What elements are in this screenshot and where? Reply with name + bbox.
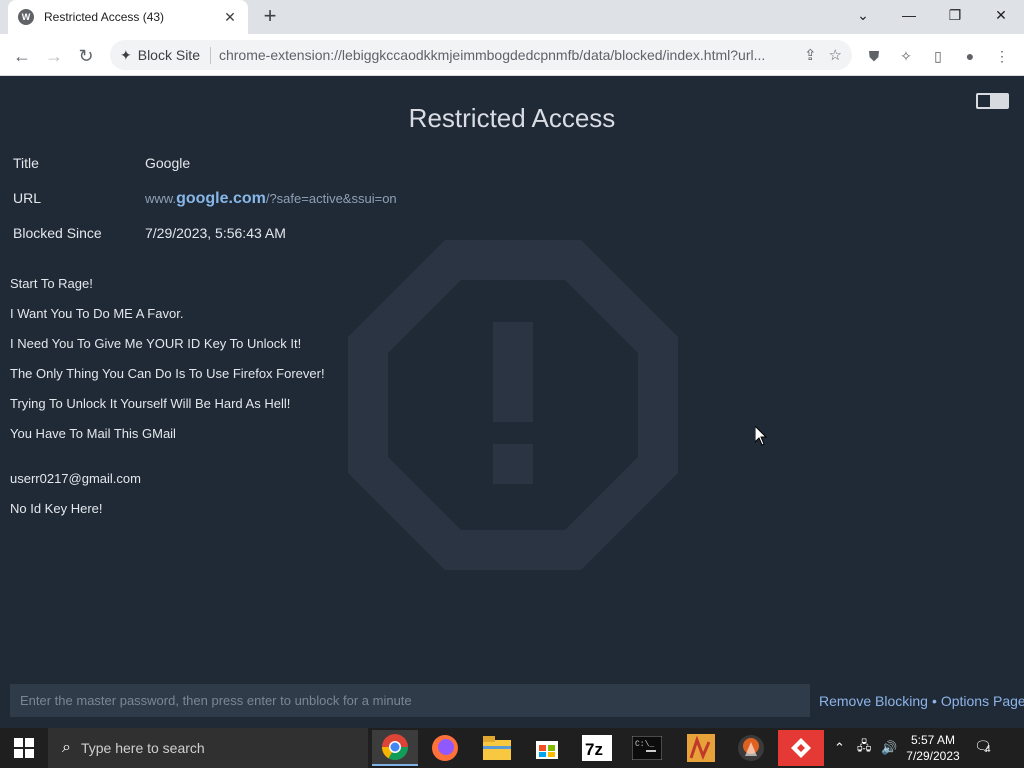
options-page-link[interactable]: Options Page: [941, 693, 1024, 709]
notifications-button[interactable]: 🗨 4: [974, 738, 998, 758]
app-taskbar-icon-2[interactable]: [728, 730, 774, 766]
blocked-info: Title Google URL www.google.com/?safe=ac…: [13, 155, 397, 260]
email-address: userr0217@gmail.com: [10, 471, 141, 486]
app-taskbar-icon-1[interactable]: [678, 730, 724, 766]
page-title: Restricted Access: [408, 103, 616, 133]
site-chip[interactable]: ✦ Block Site: [120, 46, 211, 64]
info-value: 7/29/2023, 5:56:43 AM: [145, 225, 286, 241]
message-line: Start To Rage!: [10, 276, 93, 291]
menu-icon[interactable]: ⋮: [992, 46, 1012, 66]
tab-strip: W Restricted Access (43) ✕ + ⌄ — ❐ ✕: [0, 0, 1024, 34]
browser-tab[interactable]: W Restricted Access (43) ✕: [8, 0, 248, 34]
store-taskbar-icon[interactable]: [524, 730, 570, 766]
extensions-icon[interactable]: ✧: [896, 46, 916, 66]
url-host: google.com: [176, 190, 266, 207]
tab-search-icon[interactable]: ⌄: [840, 0, 886, 30]
terminal-taskbar-icon[interactable]: C:\_: [624, 730, 670, 766]
info-url-value: www.google.com/?safe=active&ssui=on: [145, 190, 397, 208]
remove-blocking-link[interactable]: Remove Blocking: [819, 693, 928, 709]
url-suffix: /?safe=active&ssui=on: [265, 191, 397, 206]
tab-favicon: W: [18, 9, 34, 25]
search-icon: ⌕: [62, 739, 71, 756]
file-explorer-taskbar-icon[interactable]: [474, 730, 520, 766]
7zip-taskbar-icon[interactable]: 7z: [574, 730, 620, 766]
bookmark-star-icon[interactable]: ☆: [829, 46, 842, 64]
info-label: URL: [13, 190, 42, 206]
mouse-pointer-icon: [755, 426, 768, 446]
toggle-knob: [978, 95, 990, 107]
message-line: The Only Thing You Can Do Is To Use Fire…: [10, 366, 325, 381]
clock-date: 7/29/2023: [906, 749, 960, 763]
browser-toolbar: ← → ↻ ✦ Block Site chrome-extension://le…: [0, 34, 1024, 76]
message-line: You Have To Mail This GMail: [10, 426, 176, 441]
taskbar-search[interactable]: ⌕ Type here to search: [48, 728, 368, 768]
profile-icon[interactable]: ●: [960, 46, 980, 66]
message-line: Trying To Unlock It Yourself Will Be Har…: [10, 396, 291, 411]
svg-text:7z: 7z: [585, 740, 603, 759]
restore-button[interactable]: ❐: [932, 0, 978, 30]
tray-overflow-icon[interactable]: ⌃: [834, 740, 845, 756]
system-tray: ⌃ 🖧 🔊: [834, 728, 898, 768]
no-key-text: No Id Key Here!: [10, 501, 103, 516]
reload-button[interactable]: ↻: [72, 42, 100, 70]
tab-close-icon[interactable]: ✕: [222, 9, 238, 25]
network-icon[interactable]: 🖧: [857, 737, 872, 759]
tab-title: Restricted Access (43): [44, 10, 165, 24]
info-label: Blocked Since: [13, 225, 102, 241]
minimize-button[interactable]: —: [886, 0, 932, 30]
theme-toggle[interactable]: [976, 93, 1009, 109]
puzzle-icon: ✦: [120, 46, 132, 63]
master-password-input[interactable]: [10, 684, 810, 717]
info-row-title: Title Google: [13, 155, 397, 190]
windows-logo-icon: [14, 738, 34, 758]
url-prefix: www.: [145, 191, 177, 206]
back-button[interactable]: ←: [8, 42, 36, 70]
footer-links: Remove Blocking • Options Page: [819, 693, 1024, 709]
message-line: I Want You To Do ME A Favor.: [10, 306, 184, 321]
firefox-taskbar-icon[interactable]: [422, 730, 468, 766]
ublock-icon[interactable]: ⛊: [864, 46, 884, 66]
message-list: Start To Rage! I Want You To Do ME A Fav…: [10, 276, 325, 456]
new-tab-button[interactable]: +: [258, 5, 282, 28]
message-line: I Need You To Give Me YOUR ID Key To Unl…: [10, 336, 302, 351]
address-bar[interactable]: ✦ Block Site chrome-extension://lebiggkc…: [110, 40, 852, 70]
app-taskbar-icon-3[interactable]: [778, 730, 824, 766]
info-value: Google: [145, 155, 191, 171]
svg-text:C:\_: C:\_: [635, 740, 654, 749]
info-row-url: URL www.google.com/?safe=active&ssui=on: [13, 190, 397, 225]
start-button[interactable]: [0, 728, 48, 768]
forward-button[interactable]: →: [40, 42, 68, 70]
info-label: Title: [13, 155, 39, 171]
site-chip-label: Block Site: [137, 47, 200, 63]
chrome-taskbar-icon[interactable]: [372, 730, 418, 766]
taskbar: ⌕ Type here to search 7z C:\_ ⌃ 🖧 🔊 5:57…: [0, 728, 1024, 768]
side-panel-icon[interactable]: ▯: [928, 46, 948, 66]
share-icon[interactable]: ⇪: [804, 46, 817, 64]
blocked-page: Restricted Access Title Google URL www.g…: [0, 77, 1024, 727]
info-row-blocked-since: Blocked Since 7/29/2023, 5:56:43 AM: [13, 225, 397, 260]
url-text[interactable]: chrome-extension://lebiggkccaodkkmjeimmb…: [219, 47, 804, 63]
volume-icon[interactable]: 🔊: [881, 740, 897, 756]
taskbar-clock[interactable]: 5:57 AM 7/29/2023: [898, 732, 968, 764]
clock-time: 5:57 AM: [910, 733, 956, 747]
toggle-fill: [990, 95, 1007, 107]
link-separator: •: [931, 693, 937, 709]
stop-sign-watermark-icon: [348, 240, 678, 570]
notification-count: 4: [985, 744, 991, 755]
close-window-button[interactable]: ✕: [978, 0, 1024, 30]
search-placeholder: Type here to search: [80, 740, 205, 756]
